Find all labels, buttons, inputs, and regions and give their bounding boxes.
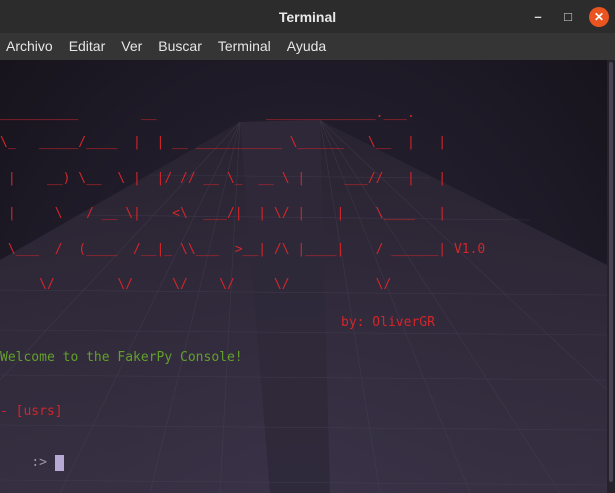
menu-terminal[interactable]: Terminal [210,33,279,60]
scrollbar[interactable] [607,60,615,493]
minimize-button[interactable]: – [525,4,551,30]
prompt-symbol: :> [31,455,47,470]
banner-line-2: \_ _____/____ | | __ ___________ \______… [0,135,447,150]
window-title: Terminal [278,8,337,25]
menu-buscar[interactable]: Buscar [150,33,210,60]
maximize-button[interactable]: □ [555,4,581,30]
author-credit: by: OliverGR [341,315,435,330]
menu-ayuda[interactable]: Ayuda [279,33,334,60]
window-controls: – □ ✕ [525,0,609,33]
banner-line-6: \/ \/ \/ \/ \/ \/ [0,277,392,292]
close-button[interactable]: ✕ [589,6,609,27]
welcome-message: Welcome to the FakerPy Console! [0,350,243,365]
text-cursor [54,455,64,471]
context-indicator: - [usrs] [0,404,63,419]
prompt-line[interactable]: :> [0,439,64,487]
menu-editar[interactable]: Editar [61,33,114,60]
scrollbar-thumb[interactable] [609,62,613,482]
terminal-area[interactable]: __________ __ ______________.___. \_ ___… [0,60,607,493]
banner-line-5: \___ / (____ /__|_ \\___ >__| /\ |____| … [0,242,486,257]
menu-archivo[interactable]: Archivo [0,33,61,60]
menu-ver[interactable]: Ver [113,33,150,60]
banner-line-1: __________ __ ______________.___. [0,106,415,121]
menu-bar: Archivo Editar Ver Buscar Terminal Ayuda [0,33,615,60]
window-titlebar[interactable]: Terminal – □ ✕ [0,0,615,33]
banner-line-4: | \ / __ \| <\ ___/| | \/ | | \____ | [0,206,447,221]
banner-line-3: | __) \__ \ | |/ // __ \_ __ \ | ___// |… [0,171,447,186]
